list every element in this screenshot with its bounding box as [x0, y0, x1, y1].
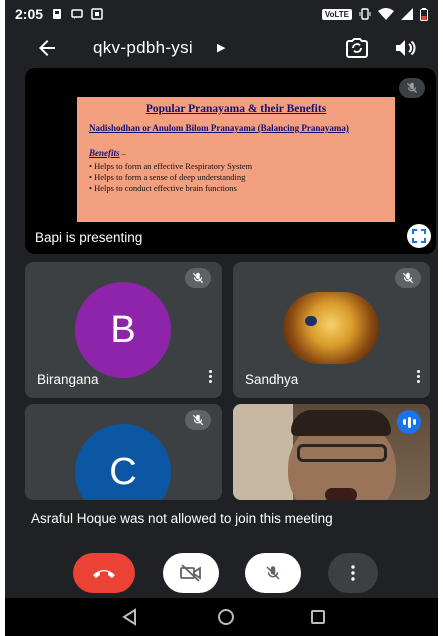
speaker-icon[interactable]: [393, 36, 417, 60]
slide-bullet: • Helps to conduct effective brain funct…: [89, 183, 237, 193]
camera-toggle-button[interactable]: [163, 553, 219, 593]
slide-benefits-heading-row: Benefits –: [89, 143, 383, 161]
presentation-tile[interactable]: Popular Pranayama & their Benefits Nadis…: [25, 68, 436, 254]
meeting-code[interactable]: qkv-pdbh-ysi: [93, 38, 193, 58]
end-call-button[interactable]: [73, 553, 135, 593]
volte-badge: VoLTE: [321, 8, 352, 20]
status-right: VoLTE: [321, 7, 428, 21]
camera-off-icon: [180, 564, 201, 582]
muted-badge: [185, 410, 211, 430]
avatar-photo: [283, 292, 379, 364]
slide-title: Popular Pranayama & their Benefits: [145, 103, 327, 115]
status-bar: 2:05 VoLTE: [5, 0, 438, 28]
back-arrow-icon[interactable]: [35, 36, 59, 60]
shared-slide: Popular Pranayama & their Benefits Nadis…: [77, 97, 395, 222]
participant-hair: [291, 410, 391, 436]
participant-mouth: [325, 488, 357, 500]
nav-home-icon[interactable]: [218, 609, 234, 625]
muted-badge: [185, 268, 211, 288]
mic-off-icon: [402, 272, 414, 284]
caret-right-icon[interactable]: ▶: [217, 41, 225, 54]
participant-tile-birangana[interactable]: B Birangana: [25, 262, 222, 398]
battery-icon: [420, 7, 428, 21]
join-denied-notice: Asraful Hoque was not allowed to join th…: [31, 511, 333, 526]
slide-subtitle: Nadishodhan or Anulom Bilom Pranayama (B…: [89, 123, 349, 133]
avatar: B: [75, 282, 171, 378]
fullscreen-icon: [412, 229, 426, 243]
slide-bullet: • Helps to form a sense of deep understa…: [89, 172, 246, 182]
participant-tile-c[interactable]: C: [25, 404, 222, 500]
more-options-icon[interactable]: [206, 370, 214, 386]
mic-off-icon: [192, 272, 204, 284]
more-vertical-icon: [351, 565, 355, 581]
hang-up-icon: [93, 570, 115, 578]
mic-toggle-button[interactable]: [245, 553, 301, 593]
participant-tile-video[interactable]: [233, 404, 430, 500]
participant-name: Birangana: [37, 372, 99, 387]
avatar: C: [75, 424, 171, 500]
android-nav-bar: [5, 598, 438, 636]
mic-off-icon: [192, 414, 204, 426]
more-options-button[interactable]: [328, 553, 378, 593]
presenter-label: Bapi is presenting: [35, 230, 143, 245]
wifi-icon: [378, 8, 394, 20]
slide-benefits-suffix: –: [119, 148, 126, 158]
signal-icon: [401, 8, 413, 20]
message-icon: [71, 9, 83, 19]
vibrate-icon: [359, 8, 371, 20]
more-options-icon[interactable]: [414, 370, 422, 386]
switch-camera-icon[interactable]: [345, 36, 369, 60]
presenter-muted-badge: [399, 78, 425, 98]
muted-badge: [395, 268, 421, 288]
meeting-top-bar: qkv-pdbh-ysi ▶: [5, 28, 438, 68]
slide-benefits-heading: Benefits: [89, 148, 120, 158]
status-time: 2:05: [15, 6, 44, 22]
notification-icon: [53, 9, 62, 19]
wall-background: [233, 404, 293, 500]
participant-glasses: [297, 444, 387, 462]
slide-bullet: • Helps to form an effective Respiratory…: [89, 161, 253, 171]
meet-screen: 2:05 VoLTE qkv-pdbh-ysi ▶ Popular Pranay…: [5, 0, 438, 636]
gallery-icon: [91, 8, 103, 20]
mic-off-icon: [266, 566, 280, 580]
nav-recents-icon[interactable]: [311, 610, 325, 624]
speaking-indicator-icon: [397, 410, 421, 434]
nav-back-icon[interactable]: [121, 608, 139, 626]
mic-off-icon: [406, 82, 418, 94]
fullscreen-button[interactable]: [407, 224, 431, 248]
participant-name: Sandhya: [245, 372, 299, 387]
participant-tile-sandhya[interactable]: Sandhya: [233, 262, 430, 398]
